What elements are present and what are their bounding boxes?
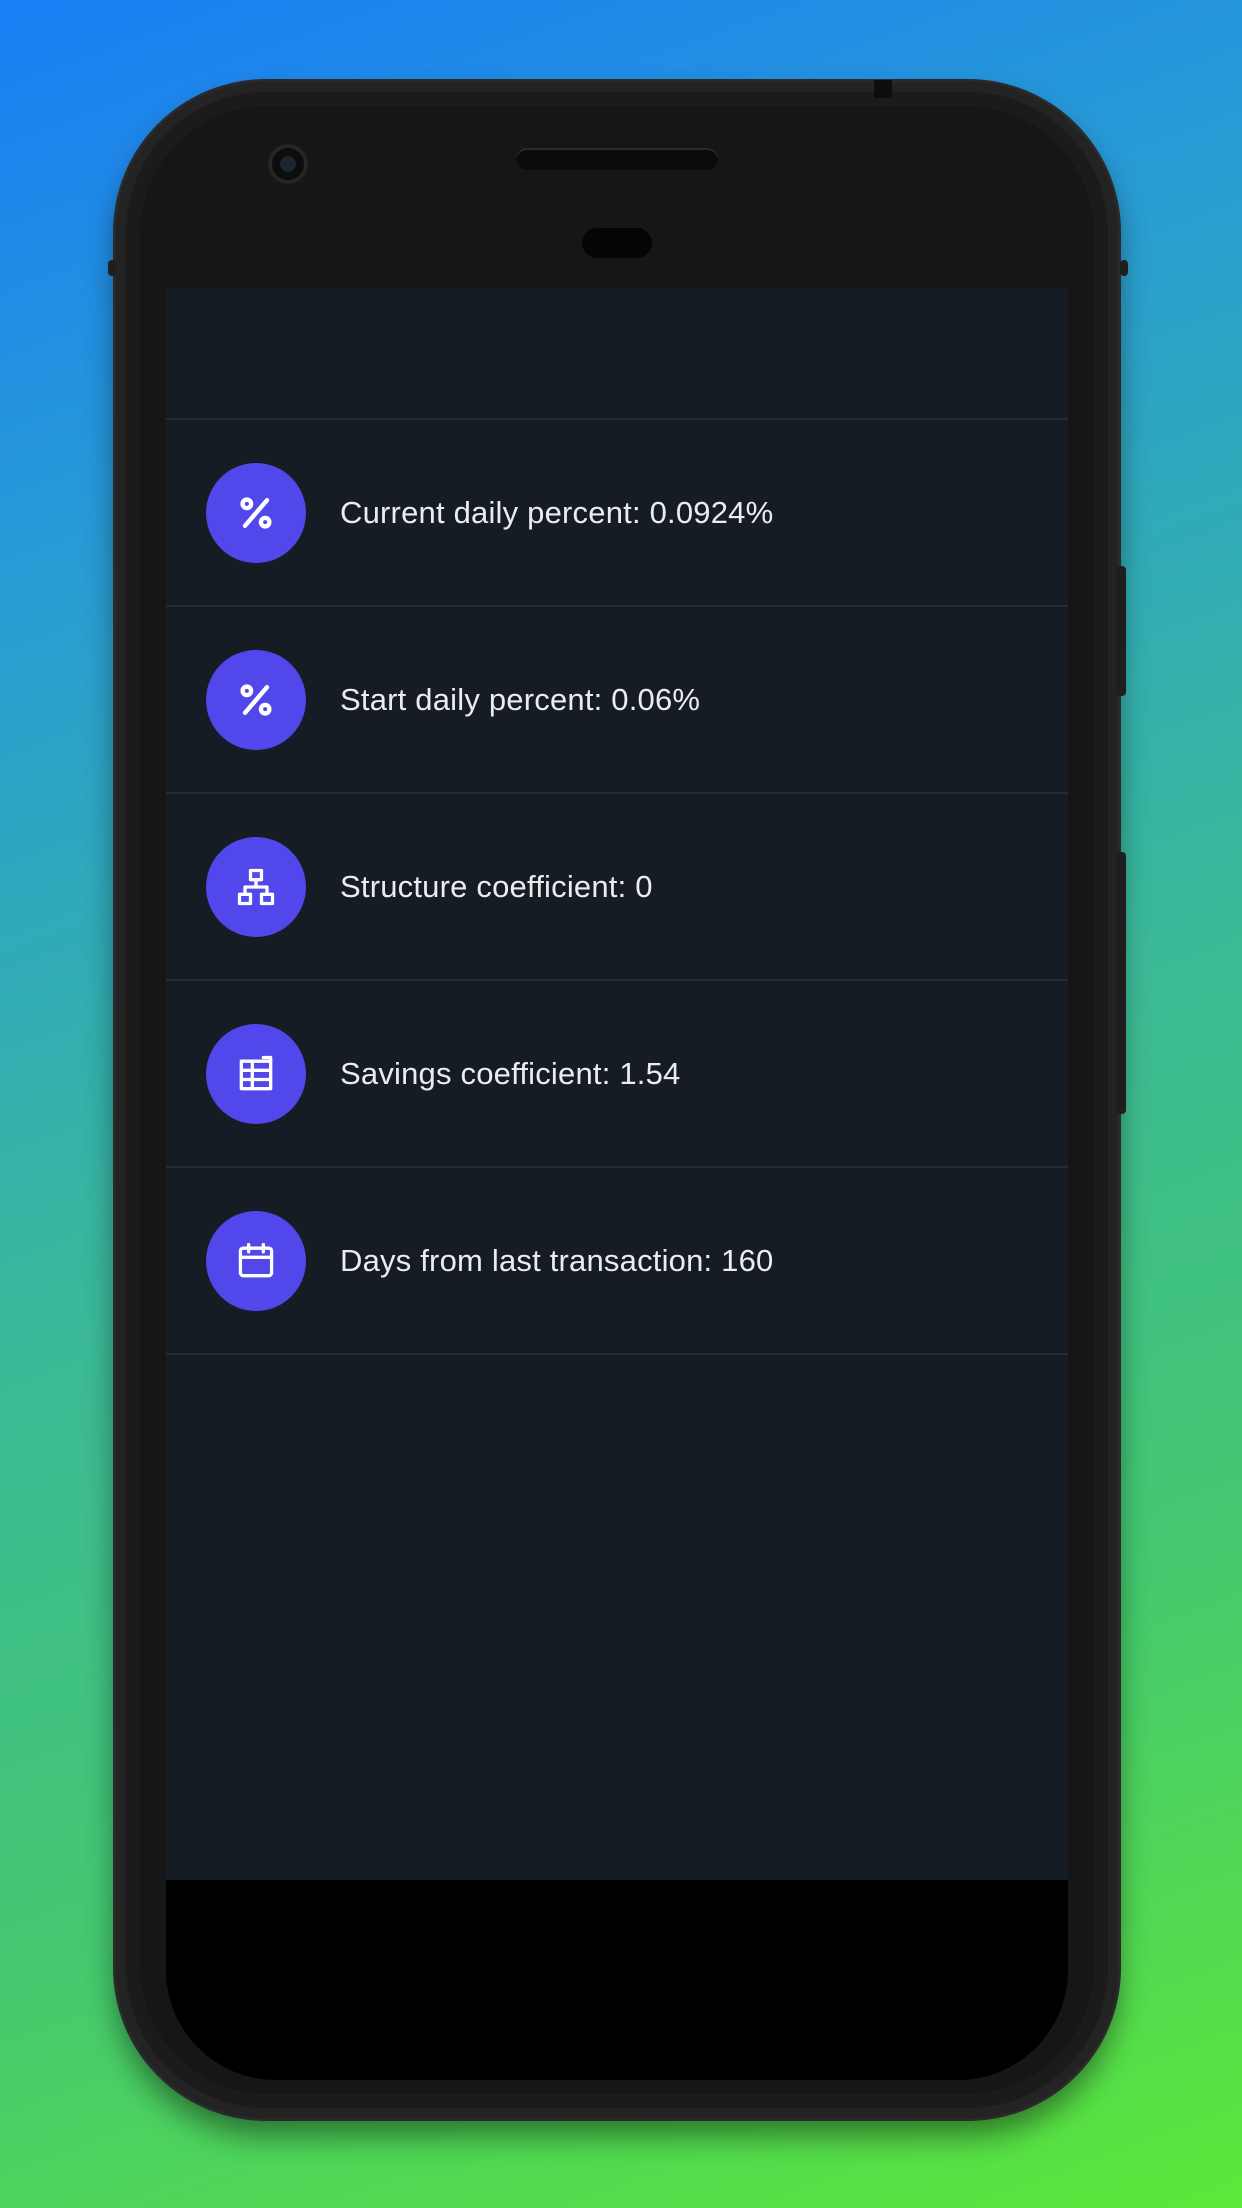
avatar [206, 1210, 306, 1311]
app-bar [166, 288, 1068, 420]
avatar [206, 836, 306, 937]
front-camera [268, 144, 308, 184]
list-item-savings-coefficient: Savings coefficient: 1.54 [166, 981, 1068, 1168]
calendar-icon [238, 1242, 274, 1277]
list-item-current-daily-percent: Current daily percent: 0.0924% [166, 420, 1068, 607]
stat-label: Current daily percent: 0.0924% [340, 494, 774, 530]
app-screen: Current daily percent: 0.0924% Start dai… [166, 288, 1068, 1880]
percent-icon [240, 496, 272, 529]
savings-icon [239, 1055, 273, 1090]
phone-edge-mark-right [1120, 260, 1128, 276]
percent-icon [240, 683, 272, 716]
page-background: { "stats": { "items": [ { "icon": "perce… [0, 0, 1242, 2208]
phone-antenna-mark [874, 80, 892, 98]
list-item-start-daily-percent: Start daily percent: 0.06% [166, 607, 1068, 794]
volume-button [1116, 852, 1126, 1114]
stat-label: Structure coefficient: 0 [340, 868, 653, 904]
avatar [206, 462, 306, 563]
list-item-days-from-last-transaction: Days from last transaction: 160 [166, 1168, 1068, 1355]
stat-label: Start daily percent: 0.06% [340, 681, 701, 717]
structure-icon [237, 868, 275, 905]
stat-label: Days from last transaction: 160 [340, 1242, 774, 1278]
navigation-bar-area [166, 1880, 1068, 2080]
proximity-sensor [582, 228, 652, 258]
phone-edge-mark-left [108, 260, 116, 276]
earpiece-speaker [516, 148, 718, 170]
avatar [206, 649, 306, 750]
stat-label: Savings coefficient: 1.54 [340, 1055, 681, 1091]
power-button [1116, 566, 1126, 696]
avatar [206, 1023, 306, 1124]
list-item-structure-coefficient: Structure coefficient: 0 [166, 794, 1068, 981]
